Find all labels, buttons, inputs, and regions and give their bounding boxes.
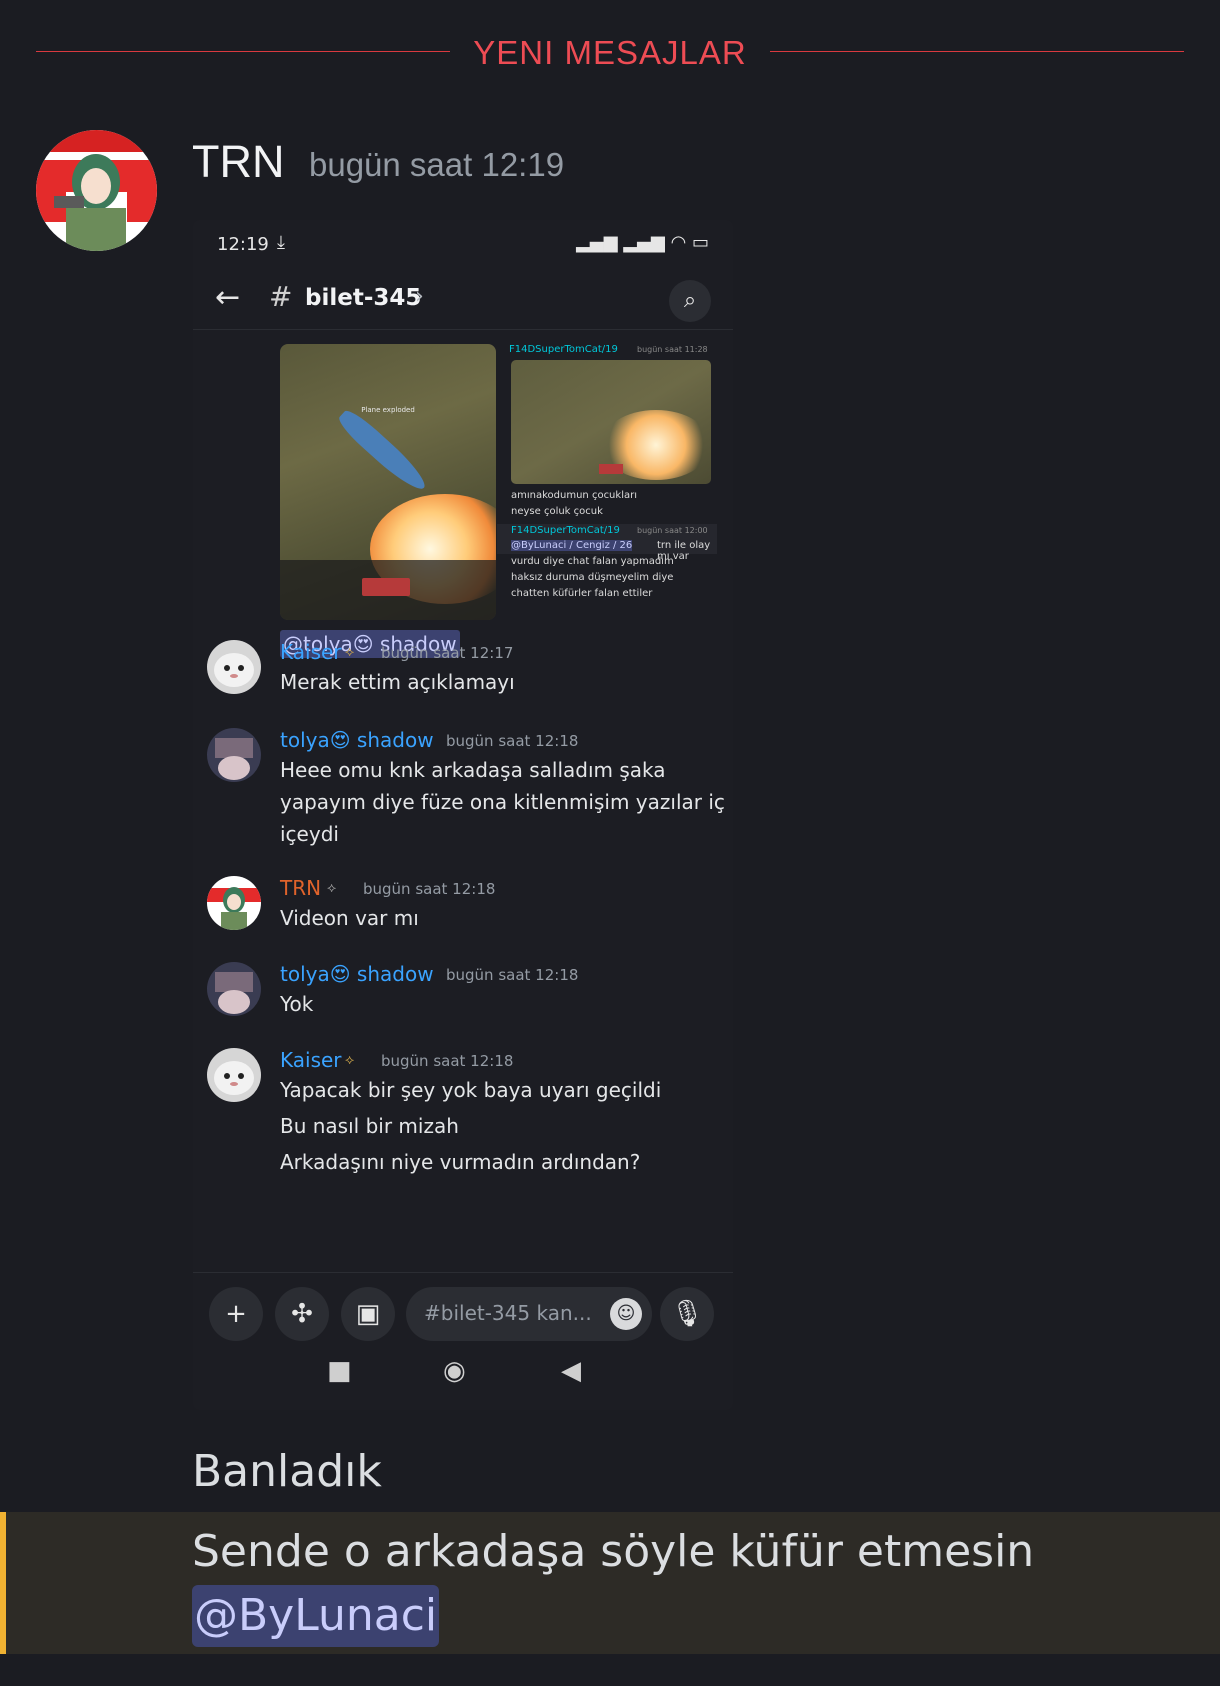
user-mention[interactable]: @ByLunaci xyxy=(192,1585,440,1647)
divider-line-left xyxy=(36,51,450,52)
message-author[interactable]: TRN xyxy=(192,136,284,188)
anime-avatar xyxy=(207,962,261,1016)
chat-author: tolya😍 shadow xyxy=(280,962,434,986)
chat-text: Arkadaşını niye vurmadın ardından? xyxy=(280,1150,641,1174)
quoted-line: vurdu diye chat falan yapmadım xyxy=(511,556,674,567)
chat-text: Heee omu knk arkadaşa salladım şaka xyxy=(280,758,666,782)
chat-text: Yapacak bir şey yok baya uyarı geçildi xyxy=(280,1078,662,1102)
chat-text: Bu nasıl bir mizah xyxy=(280,1114,459,1138)
quoted-line: neyse çoluk çocuk xyxy=(511,506,603,517)
channel-name: bilet-345 xyxy=(305,285,422,311)
chat-author: Kaiser xyxy=(280,1048,342,1072)
channel-header: ← # bilet-345 › ⌕ xyxy=(193,270,733,330)
status-time: 12:19 xyxy=(217,234,269,255)
microphone-icon: 🎙 xyxy=(660,1287,714,1341)
quoted-line: chatten küfürler falan ettiler xyxy=(511,588,653,599)
quoted-game-image xyxy=(511,360,711,484)
cat-avatar xyxy=(207,1048,261,1102)
message-text: Sende o arkadaşa söyle küfür etmesin xyxy=(192,1526,1035,1577)
game-caption: Plane exploded xyxy=(361,406,415,414)
message-text: Banladık xyxy=(192,1446,382,1497)
apps-icon: ✣ xyxy=(275,1287,329,1341)
wings-badge-icon: ⟡ xyxy=(345,644,355,660)
anime-character-avatar-icon xyxy=(36,130,157,251)
wings-badge-icon: ⟡ xyxy=(327,880,337,896)
quoted-hud-button xyxy=(599,464,623,474)
chat-time: bugün saat 12:18 xyxy=(381,1052,514,1070)
author-avatar[interactable] xyxy=(36,130,157,251)
chat-text: içeydi xyxy=(280,822,339,846)
quoted-author: F14DSuperTomCat/19 xyxy=(509,344,618,355)
chat-time: bugün saat 12:18 xyxy=(446,732,579,750)
quoted-line: amınakodumun çocukları xyxy=(511,490,637,501)
chat-author: Kaiser xyxy=(280,640,342,664)
quoted-line: haksız duruma düşmeyelim diye xyxy=(511,572,674,583)
quoted-time: bugün saat 11:28 xyxy=(637,345,708,354)
chevron-right-icon: › xyxy=(415,284,424,309)
phone-message-input: #bilet-345 kan... ☺ xyxy=(406,1287,652,1341)
anime-avatar xyxy=(207,728,261,782)
chat-author: tolya😍 shadow xyxy=(280,728,434,752)
jet-shape xyxy=(334,406,432,496)
quoted-chat-image: F14DSuperTomCat/19 bugün saat 11:28 amın… xyxy=(497,344,717,608)
divider-line-right xyxy=(770,51,1184,52)
back-icon: ◀ xyxy=(561,1356,581,1386)
mention-highlight-bar xyxy=(0,1512,6,1654)
phone-status-bar: 12:19 ⤓ ▂▄▆ ▂▄▆ ◠ ▭ xyxy=(217,232,709,258)
home-icon: ◉ xyxy=(443,1356,466,1386)
phone-input-bar: + ✣ ▣ #bilet-345 kan... ☺ 🎙 xyxy=(193,1272,733,1341)
search-icon: ⌕ xyxy=(669,280,711,322)
android-nav-bar: ■ ◉ ◀ xyxy=(193,1350,733,1400)
hud-button xyxy=(362,578,410,596)
chat-time: bugün saat 12:18 xyxy=(446,966,579,984)
cat-avatar xyxy=(207,640,261,694)
thread-hash-icon: # xyxy=(269,280,293,313)
gift-icon: ▣ xyxy=(341,1287,395,1341)
chat-text: yapayım diye füze ona kitlenmişim yazıla… xyxy=(280,790,725,814)
new-messages-divider: YENI MESAJLAR xyxy=(36,34,1184,71)
anime-character-avatar xyxy=(207,876,261,930)
chat-time: bugün saat 12:18 xyxy=(363,880,496,898)
game-screenshot-image: Plane exploded xyxy=(280,344,496,620)
chat-text: Yok xyxy=(280,992,314,1016)
back-arrow-icon: ← xyxy=(215,280,241,315)
screenshot-attachment[interactable]: 12:19 ⤓ ▂▄▆ ▂▄▆ ◠ ▭ ← # bilet-345 › ⌕ Pl… xyxy=(193,220,733,1410)
emoji-icon: ☺ xyxy=(610,1298,642,1330)
quoted-time: bugün saat 12:00 xyxy=(637,526,708,535)
chat-author: TRN xyxy=(280,876,322,900)
quoted-author: F14DSuperTomCat/19 xyxy=(511,525,620,536)
signal-wifi-battery-icon: ▂▄▆ ▂▄▆ ◠ ▭ xyxy=(576,232,709,253)
message-timestamp: bugün saat 12:19 xyxy=(309,146,565,183)
chat-text: Videon var mı xyxy=(280,906,419,930)
quoted-mention: @ByLunaci / Cengiz / 26 xyxy=(511,540,633,551)
wings-badge-icon: ⟡ xyxy=(345,1052,355,1068)
plus-icon: + xyxy=(209,1287,263,1341)
new-messages-label: YENI MESAJLAR xyxy=(473,34,747,71)
chat-text: Merak ettim açıklamayı xyxy=(280,670,515,694)
download-icon: ⤓ xyxy=(277,232,285,253)
chat-time: bugün saat 12:17 xyxy=(381,644,514,662)
input-placeholder: #bilet-345 kan... xyxy=(424,1301,592,1325)
recents-icon: ■ xyxy=(327,1356,352,1386)
